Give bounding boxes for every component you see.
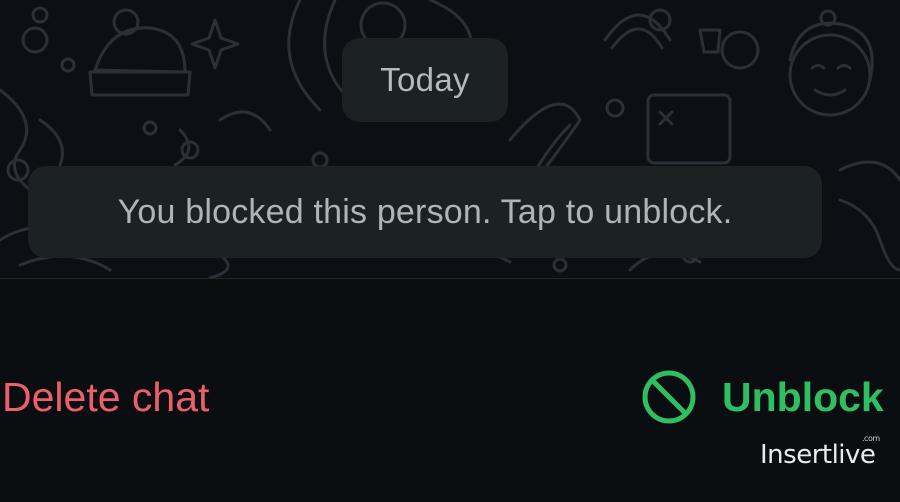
blocked-notice[interactable]: You blocked this person. Tap to unblock. (28, 166, 822, 258)
blocked-chat-screen: Today You blocked this person. Tap to un… (0, 0, 900, 502)
unblock-label: Unblock (722, 373, 884, 420)
watermark-suffix: .com (862, 434, 880, 443)
delete-chat-label: Delete chat (2, 373, 210, 420)
chat-background: Today You blocked this person. Tap to un… (0, 0, 900, 278)
date-separator: Today (342, 38, 508, 122)
insertlive-watermark: Insertlive .com (760, 434, 880, 470)
watermark-text: Insertlive (760, 440, 876, 470)
block-icon (642, 370, 696, 424)
unblock-button[interactable]: Unblock (640, 367, 884, 427)
delete-chat-button[interactable]: Delete chat (2, 367, 209, 427)
blocked-notice-text: You blocked this person. Tap to unblock. (117, 192, 733, 231)
date-label: Today (380, 61, 470, 98)
